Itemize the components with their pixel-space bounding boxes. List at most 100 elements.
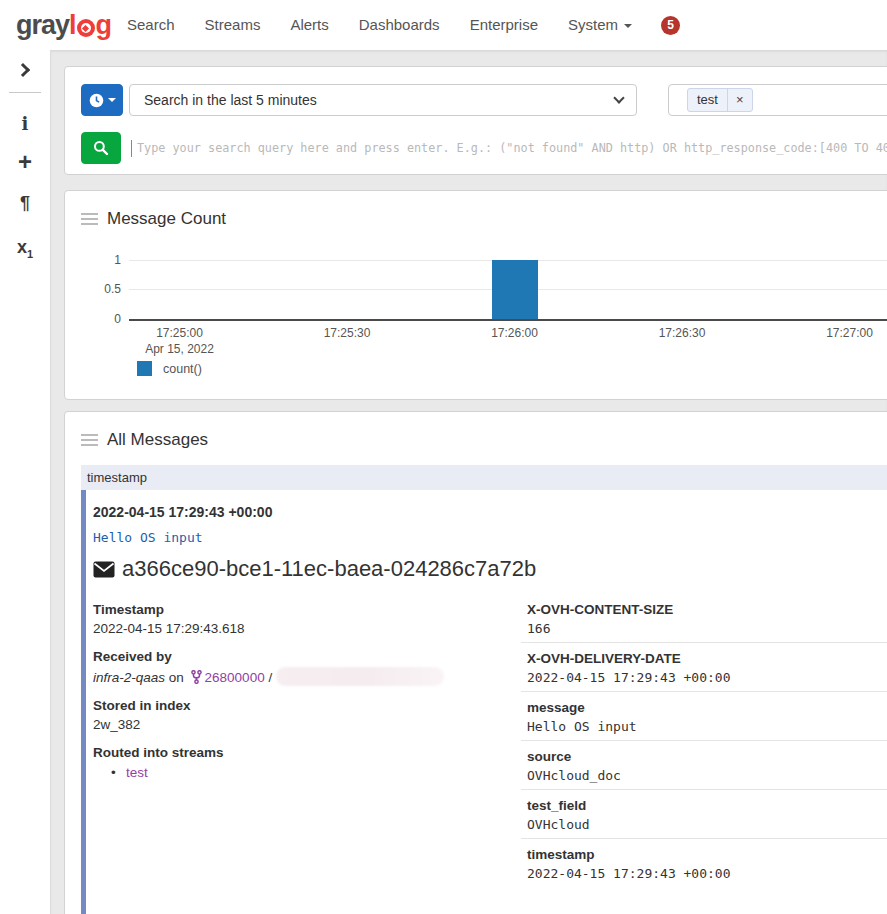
field-timestamp: Timestamp 2022-04-15 17:29:43.618 bbox=[93, 601, 521, 638]
field-timestamp: timestamp 2022-04-15 17:29:43 +00:00 bbox=[521, 838, 887, 887]
nav-item-dashboards: Dashboards bbox=[344, 0, 455, 50]
chevron-down-icon bbox=[613, 92, 624, 103]
message-row: 2022-04-15 17:29:43 +00:00 Hello OS inpu… bbox=[81, 490, 887, 914]
stream-link[interactable]: test bbox=[126, 765, 148, 780]
field-label: Routed into streams bbox=[93, 744, 521, 761]
field-label: timestamp bbox=[527, 846, 887, 863]
stream-list-item: test bbox=[93, 764, 521, 781]
streams-list: test bbox=[93, 764, 521, 781]
nav-link-dashboards[interactable]: Dashboards bbox=[344, 0, 455, 50]
nav-item-streams: Streams bbox=[190, 0, 276, 50]
message-fields: X-OVH-CONTENT-SIZE 166 X-OVH-DELIVERY-DATE… bbox=[521, 601, 887, 887]
drag-handle-icon[interactable] bbox=[81, 434, 98, 446]
nav-item-system: System bbox=[553, 0, 647, 50]
nav-item-alerts: Alerts bbox=[275, 0, 343, 50]
logo-compass-icon bbox=[77, 19, 95, 37]
graylog-logo[interactable]: graylg bbox=[16, 12, 106, 39]
x-tick-label: 17:26:00 bbox=[450, 326, 580, 340]
notification-badge[interactable]: 5 bbox=[661, 16, 680, 35]
message-count-chart: 10.5017:25:00Apr 15, 202217:25:3017:26:0… bbox=[129, 260, 887, 390]
nav-link-streams[interactable]: Streams bbox=[190, 0, 276, 50]
field-value: Hello OS input bbox=[527, 718, 887, 736]
field-received-by: Received byinfra-2-qaas on 26800000 / bbox=[93, 648, 521, 687]
field-value: 166 bbox=[527, 620, 887, 638]
field-value: test bbox=[93, 764, 521, 781]
input-link[interactable]: 26800000 bbox=[205, 670, 265, 685]
field-label: X-OVH-CONTENT-SIZE bbox=[527, 601, 887, 618]
field-routed-into-streams: Routed into streams test bbox=[93, 744, 521, 781]
message-count-widget: Message Count 10.5017:25:00Apr 15, 20221… bbox=[64, 190, 887, 400]
widget-title: Message Count bbox=[107, 209, 226, 229]
code-fork-icon bbox=[191, 670, 202, 684]
field-value: OVHcloud_doc bbox=[527, 767, 887, 785]
field-label: Timestamp bbox=[93, 601, 521, 618]
legend-label: count() bbox=[163, 362, 202, 376]
widget-title-row: Message Count bbox=[81, 209, 887, 229]
timerange-select[interactable]: Search in the last 5 minutes bbox=[129, 84, 637, 116]
navbar: graylg SearchStreamsAlertsDashboardsEnte… bbox=[0, 0, 887, 50]
sidebar-chevron-right-icon[interactable] bbox=[0, 56, 50, 84]
search-submit-button[interactable] bbox=[81, 132, 121, 164]
field-message: message Hello OS input bbox=[521, 691, 887, 740]
field-label: Received by bbox=[93, 648, 521, 665]
chart-x-axis bbox=[129, 319, 887, 321]
field-stored-in-index: Stored in index2w_382 bbox=[93, 697, 521, 734]
search-bar-card: Search in the last 5 minutes test × Type… bbox=[64, 66, 887, 175]
field-label: X-OVH-DELIVERY-DATE bbox=[527, 650, 887, 667]
redacted-text bbox=[276, 667, 444, 686]
caret-down-icon bbox=[108, 98, 116, 102]
drag-handle-icon[interactable] bbox=[81, 213, 98, 225]
x-tick-label: 17:26:30 bbox=[617, 326, 747, 340]
all-messages-widget: All Messages timestamp 2022-04-15 17:29:… bbox=[64, 411, 887, 914]
chart-bar bbox=[492, 260, 538, 319]
field-value: OVHcloud bbox=[527, 816, 887, 834]
field-label: message bbox=[527, 699, 887, 716]
y-tick-label: 1 bbox=[77, 253, 121, 267]
sidebar-subscript-x1-icon[interactable]: x1 bbox=[0, 234, 50, 262]
search-query-input[interactable]: Type your search query here and press en… bbox=[131, 132, 887, 164]
x-tick-label: 17:25:30 bbox=[282, 326, 412, 340]
field-label: Stored in index bbox=[93, 697, 521, 714]
sidebar-divider bbox=[9, 92, 41, 93]
remove-tag-button[interactable]: × bbox=[727, 89, 752, 111]
field-source: sourceOVHcloud_doc bbox=[521, 740, 887, 789]
search-icon bbox=[93, 140, 109, 156]
stream-filter-input[interactable]: test × bbox=[668, 84, 887, 116]
sidebar-pilcrow-icon[interactable]: ¶ bbox=[0, 189, 50, 217]
main-content: Search in the last 5 minutes test × Type… bbox=[51, 50, 887, 914]
navbar-menu: SearchStreamsAlertsDashboardsEnterpriseS… bbox=[112, 0, 647, 50]
text-cursor bbox=[131, 140, 132, 157]
field-x-ovh-content-size: X-OVH-CONTENT-SIZE 166 bbox=[521, 601, 887, 642]
caret-down-icon bbox=[624, 24, 632, 28]
nav-link-enterprise[interactable]: Enterprise bbox=[455, 0, 553, 50]
field-test_field: test_field OVHcloud bbox=[521, 789, 887, 838]
envelope-icon bbox=[93, 561, 115, 578]
legend-color-swatch bbox=[137, 361, 152, 376]
sidebar-plus-icon[interactable]: + bbox=[0, 148, 50, 176]
nav-link-system[interactable]: System bbox=[553, 0, 647, 50]
stream-filter-chip: test × bbox=[687, 88, 753, 112]
x-axis-date-label: Apr 15, 2022 bbox=[115, 342, 245, 356]
x-tick-label: 17:27:00 bbox=[785, 326, 887, 340]
x-tick-label: 17:25:00 bbox=[115, 326, 245, 340]
timerange-dropdown-button[interactable] bbox=[81, 84, 123, 116]
message-timestamp[interactable]: 2022-04-15 17:29:43 +00:00 bbox=[93, 503, 887, 521]
y-tick-label: 0.5 bbox=[77, 282, 121, 296]
sidebar-info-icon[interactable]: i bbox=[0, 109, 50, 137]
field-x-ovh-delivery-date: X-OVH-DELIVERY-DATE 2022-04-15 17:29:43 +… bbox=[521, 642, 887, 691]
field-value: 2022-04-15 17:29:43 +00:00 bbox=[527, 865, 887, 883]
field-value: 2022-04-15 17:29:43 +00:00 bbox=[527, 669, 887, 687]
field-value: 2022-04-15 17:29:43.618 bbox=[93, 620, 521, 638]
clock-icon bbox=[89, 93, 104, 108]
field-label: test_field bbox=[527, 797, 887, 814]
nav-item-enterprise: Enterprise bbox=[455, 0, 553, 50]
widget-title-row: All Messages bbox=[81, 430, 887, 450]
nav-link-search[interactable]: Search bbox=[112, 0, 190, 50]
nav-link-alerts[interactable]: Alerts bbox=[275, 0, 343, 50]
message-id-heading: a366ce90-bce1-11ec-baea-024286c7a72b bbox=[93, 556, 887, 582]
message-summary[interactable]: Hello OS input bbox=[93, 530, 887, 546]
sidebar: i + ¶ x1 bbox=[0, 50, 51, 914]
nav-item-search: Search bbox=[112, 0, 190, 50]
table-header-timestamp[interactable]: timestamp bbox=[81, 465, 887, 490]
y-tick-label: 0 bbox=[77, 312, 121, 326]
